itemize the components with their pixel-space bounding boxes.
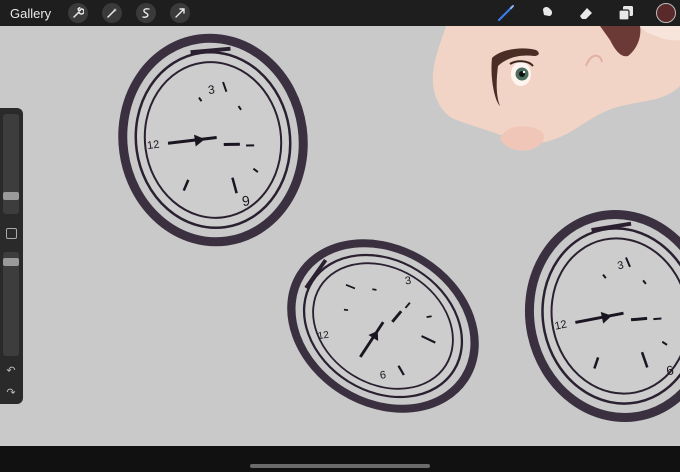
portrait-fragment [432,26,680,151]
redo-icon: ↷ [6,387,16,399]
smudge-icon [540,6,553,19]
artwork: 12 3 6 12 3 6 12 3 6 [0,26,680,446]
drawing-canvas[interactable]: 12 3 6 12 3 6 12 3 6 [0,26,680,446]
selection-button[interactable] [136,3,157,23]
clock-drawing-2 [260,210,505,442]
home-indicator[interactable] [250,464,430,468]
clock-drawing-1: 12 3 6 [110,26,317,253]
redo-button[interactable]: ↷ [4,386,18,400]
layers-button[interactable] [615,2,637,24]
clock-3-numeral-12: 12 [554,318,568,332]
selection-icon [142,8,150,18]
transform-button[interactable] [170,3,191,23]
clock-2-numeral-12: 12 [317,330,330,343]
eraser-icon [580,8,592,19]
clock-numeral-12: 12 [146,139,160,153]
undo-button[interactable]: ↶ [4,364,18,378]
adjustments-button[interactable] [102,3,123,23]
actions-button[interactable] [68,3,89,23]
left-sidebar: ↶ ↷ [0,108,23,404]
wrench-icon [73,7,85,18]
layers-icon [618,6,633,21]
magic-wand-icon [107,8,118,18]
brush-icon [497,5,514,22]
gallery-button[interactable]: Gallery [10,6,51,21]
transform-icon [175,8,185,18]
bottom-bar [0,446,680,472]
undo-icon: ↶ [6,365,16,377]
modify-button[interactable] [6,228,17,239]
opacity-handle[interactable] [3,258,19,266]
brush-button[interactable] [495,2,517,24]
opacity-slider[interactable] [3,252,19,356]
smudge-button[interactable] [535,2,557,24]
eraser-button[interactable] [575,2,597,24]
top-toolbar: Gallery [0,0,680,26]
brush-size-handle[interactable] [3,192,19,200]
right-toolbar [486,0,680,26]
color-picker-button[interactable] [656,3,676,23]
clock-drawing-3: 12 3 6 [511,198,680,435]
